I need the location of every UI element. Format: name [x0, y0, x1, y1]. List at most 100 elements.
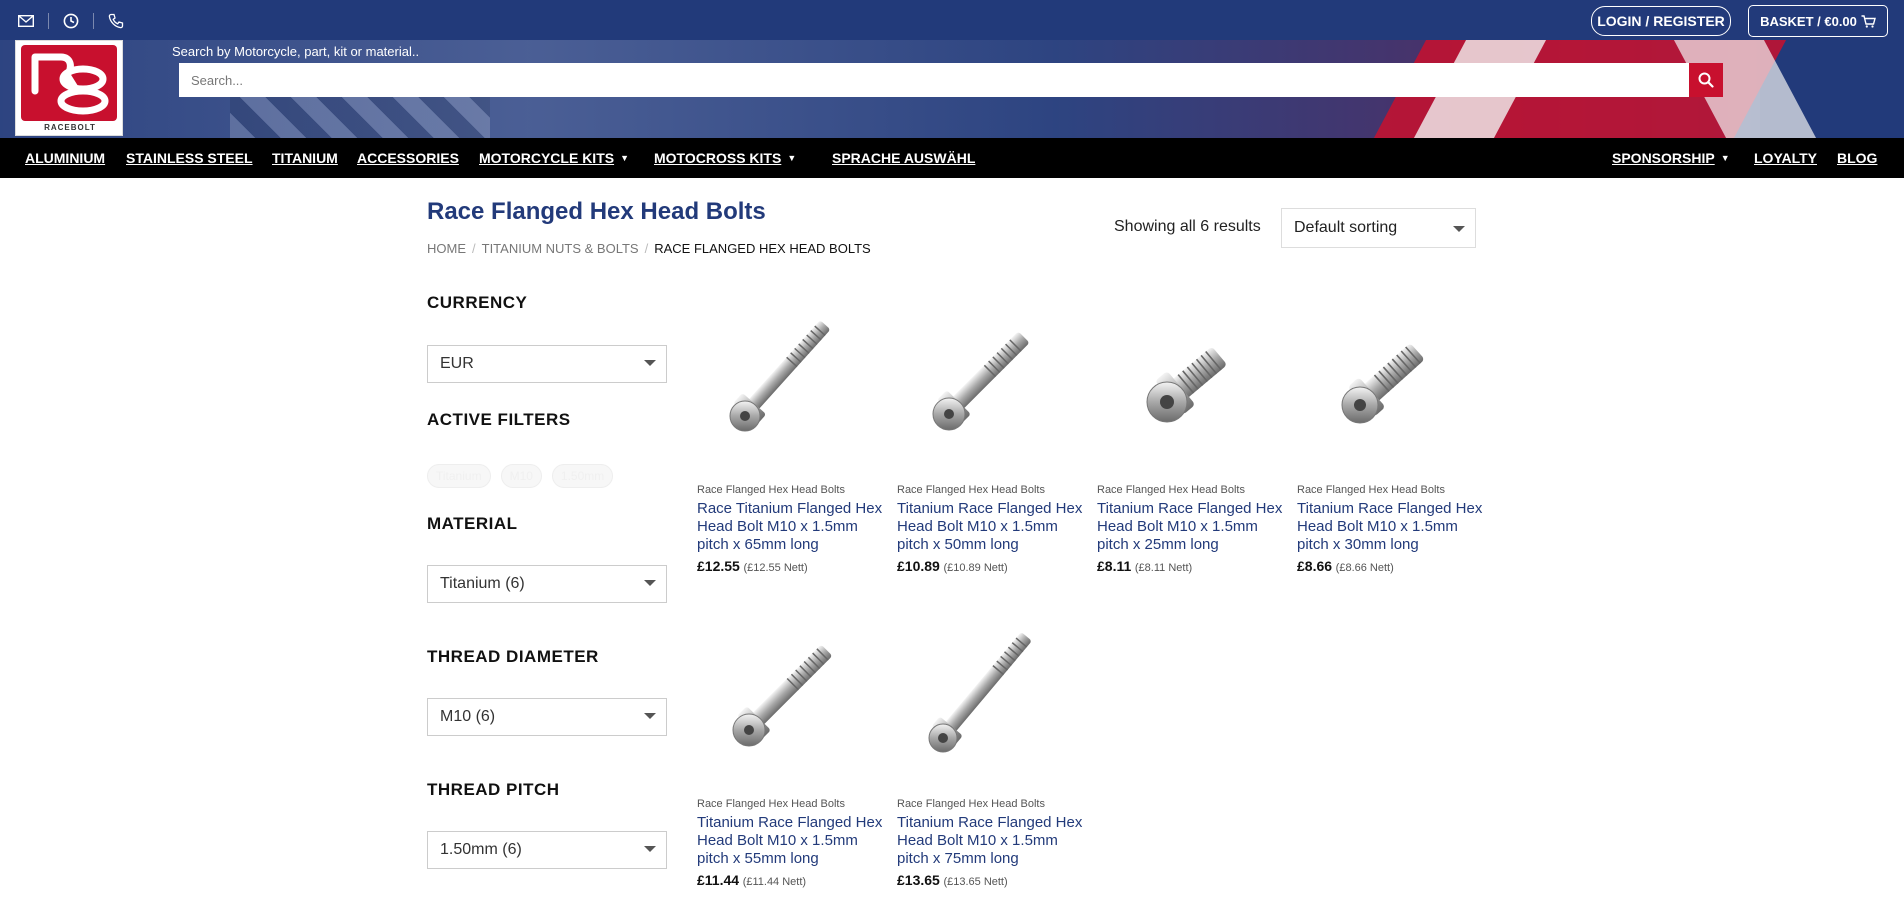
result-count: Showing all 6 results [1114, 218, 1261, 235]
product-price: £11.44 (£11.44 Nett) [697, 872, 806, 888]
nav-language-select[interactable]: SPRACHE AUSWÄHL [832, 150, 975, 166]
product-name[interactable]: Titanium Race Flanged Hex Head Bolt M10 … [1097, 500, 1287, 554]
thread-diameter-select[interactable]: M10 (6) [427, 698, 667, 736]
nav-loyalty[interactable]: LOYALTY [1754, 150, 1817, 166]
nett-price: (£12.55 Nett) [743, 562, 808, 574]
clock-icon[interactable] [59, 12, 83, 30]
racebolt-logo[interactable]: RACEBOLT [15, 40, 123, 136]
page-title: Race Flanged Hex Head Bolts [427, 198, 766, 225]
product-name[interactable]: Titanium Race Flanged Hex Head Bolt M10 … [897, 814, 1087, 868]
breadcrumb: HOME / TITANIUM NUTS & BOLTS / RACE FLANGED … [427, 241, 871, 256]
product-category[interactable]: Race Flanged Hex Head Bolts [897, 484, 1045, 496]
nett-price: (£13.65 Nett) [943, 876, 1008, 888]
thread-pitch-value: 1.50mm (6) [440, 841, 522, 858]
product-name[interactable]: Titanium Race Flanged Hex Head Bolt M10 … [697, 814, 887, 868]
price-value: £8.66 [1297, 558, 1333, 574]
chevron-down-icon [644, 360, 656, 366]
search-label: Search by Motorcycle, part, kit or mater… [172, 44, 420, 59]
price-value: £11.44 [697, 872, 740, 888]
nav-motorcycle-kits-label: MOTORCYCLE KITS [479, 150, 615, 166]
divider [48, 13, 49, 29]
nav-aluminium[interactable]: ALUMINIUM [25, 150, 105, 166]
product-price: £12.55 (£12.55 Nett) [697, 558, 808, 574]
nav-blog[interactable]: BLOG [1837, 150, 1877, 166]
product-category[interactable]: Race Flanged Hex Head Bolts [1297, 484, 1445, 496]
nav-sponsorship[interactable]: SPONSORSHIP ▼ [1612, 150, 1730, 166]
product-card[interactable]: Race Flanged Hex Head Bolts Titanium Rac… [897, 306, 1087, 574]
product-price: £10.89 (£10.89 Nett) [897, 558, 1008, 574]
chevron-down-icon [644, 580, 656, 586]
currency-select[interactable]: EUR [427, 345, 667, 383]
chevron-down-icon: ▼ [620, 153, 629, 163]
phone-icon[interactable] [104, 12, 128, 30]
sort-select[interactable]: Default sorting [1281, 208, 1476, 248]
product-card[interactable]: Race Flanged Hex Head Bolts Race Titaniu… [697, 306, 887, 574]
main-nav: ALUMINIUM STAINLESS STEEL TITANIUM ACCES… [0, 138, 1904, 178]
basket-label: BASKET / €0.00 [1760, 13, 1857, 29]
product-name[interactable]: Titanium Race Flanged Hex Head Bolt M10 … [1297, 500, 1487, 554]
filter-chip[interactable]: 1.50mm [551, 464, 614, 488]
price-value: £13.65 [897, 872, 940, 888]
login-register-button[interactable]: LOGIN / REGISTER [1591, 6, 1731, 36]
product-image[interactable] [1097, 306, 1287, 466]
price-value: £8.11 [1097, 558, 1132, 574]
cart-icon [1861, 14, 1876, 28]
header-banner: RACEBOLT Search by Motorcycle, part, kit… [0, 0, 1904, 138]
divider [93, 13, 94, 29]
breadcrumb-category[interactable]: TITANIUM NUTS & BOLTS [482, 241, 639, 256]
product-price: £8.66 (£8.66 Nett) [1297, 558, 1394, 574]
thread-diameter-value: M10 (6) [440, 708, 496, 725]
product-category[interactable]: Race Flanged Hex Head Bolts [697, 484, 845, 496]
price-value: £12.55 [697, 558, 740, 574]
logo-mark [21, 45, 117, 121]
product-card[interactable]: Race Flanged Hex Head Bolts Titanium Rac… [1297, 306, 1487, 574]
product-category[interactable]: Race Flanged Hex Head Bolts [897, 798, 1045, 810]
product-name[interactable]: Race Titanium Flanged Hex Head Bolt M10 … [697, 500, 887, 554]
chevron-down-icon: ▼ [787, 153, 797, 163]
product-image[interactable] [897, 306, 1087, 466]
chevron-down-icon: ▼ [1720, 153, 1730, 163]
nav-sponsorship-label: SPONSORSHIP [1612, 150, 1715, 166]
chevron-down-icon [1453, 226, 1465, 232]
basket-button[interactable]: BASKET / €0.00 [1748, 5, 1888, 37]
nav-motocross-kits-label: MOTOCROSS KITS [654, 150, 782, 166]
breadcrumb-home[interactable]: HOME [427, 241, 466, 256]
product-card[interactable]: Race Flanged Hex Head Bolts Titanium Rac… [697, 624, 887, 894]
logo-text: RACEBOLT [44, 123, 96, 132]
nett-price: (£8.11 Nett) [1134, 562, 1193, 574]
top-contact-icons [14, 12, 128, 30]
material-title: MATERIAL [427, 514, 518, 533]
nav-motocross-kits[interactable]: MOTOCROSS KITS ▼ [654, 150, 796, 166]
sort-value: Default sorting [1294, 219, 1398, 236]
nav-stainless-steel[interactable]: STAINLESS STEEL [126, 150, 253, 166]
product-name[interactable]: Titanium Race Flanged Hex Head Bolt M10 … [897, 500, 1087, 554]
nav-accessories[interactable]: ACCESSORIES [357, 150, 459, 166]
product-card[interactable]: Race Flanged Hex Head Bolts Titanium Rac… [897, 624, 1087, 894]
price-value: £10.89 [897, 558, 940, 574]
nav-motorcycle-kits[interactable]: MOTORCYCLE KITS ▼ [479, 150, 629, 166]
filter-chip[interactable]: Titanium [427, 464, 491, 488]
currency-title: CURRENCY [427, 293, 528, 312]
product-image[interactable] [697, 624, 887, 784]
material-value: Titanium (6) [440, 575, 525, 592]
thread-pitch-select[interactable]: 1.50mm (6) [427, 831, 667, 869]
active-filter-list: Titanium M10 1.50mm [427, 464, 614, 488]
currency-value: EUR [440, 355, 474, 372]
product-category[interactable]: Race Flanged Hex Head Bolts [1097, 484, 1245, 496]
search-input[interactable] [179, 63, 1689, 97]
chevron-down-icon [644, 713, 656, 719]
thread-diameter-title: THREAD DIAMETER [427, 647, 599, 666]
material-select[interactable]: Titanium (6) [427, 565, 667, 603]
breadcrumb-current: RACE FLANGED HEX HEAD BOLTS [654, 241, 871, 256]
product-image[interactable] [697, 306, 887, 466]
product-price: £8.11 (£8.11 Nett) [1097, 558, 1192, 574]
nav-titanium[interactable]: TITANIUM [272, 150, 338, 166]
product-category[interactable]: Race Flanged Hex Head Bolts [697, 798, 845, 810]
filter-chip[interactable]: M10 [500, 464, 542, 488]
product-image[interactable] [897, 624, 1087, 784]
product-card[interactable]: Race Flanged Hex Head Bolts Titanium Rac… [1097, 306, 1287, 574]
chevron-down-icon [644, 846, 656, 852]
product-image[interactable] [1297, 306, 1487, 466]
search-button[interactable] [1689, 63, 1723, 97]
email-icon[interactable] [14, 12, 38, 30]
